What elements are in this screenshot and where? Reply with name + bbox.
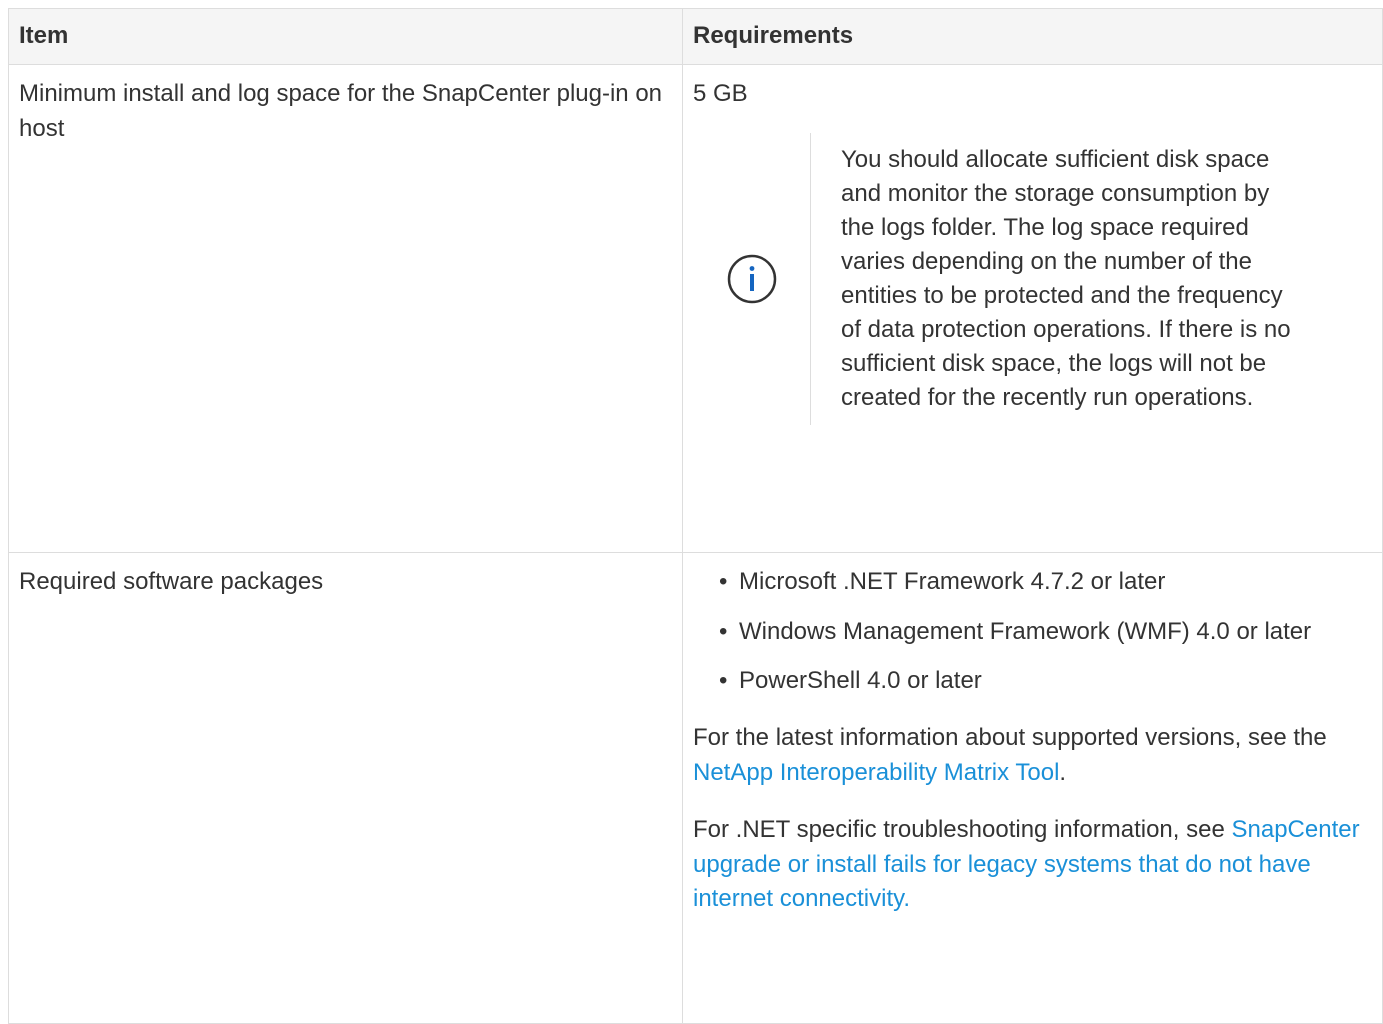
latest-info-text: For the latest information about support… [693, 724, 1327, 752]
requirement-cell: Microsoft .NET Framework 4.7.2 or later … [682, 551, 1383, 1024]
package-list: Microsoft .NET Framework 4.7.2 or later … [693, 565, 1374, 699]
interoperability-matrix-link[interactable]: NetApp Interoperability Matrix Tool [693, 759, 1059, 786]
info-note-icon-column [693, 132, 811, 425]
list-item: Microsoft .NET Framework 4.7.2 or later [693, 565, 1374, 600]
latest-info-end: . [1059, 758, 1067, 786]
table-row: Minimum install and log space for the Sn… [8, 63, 1383, 553]
list-item: Windows Management Framework (WMF) 4.0 o… [693, 615, 1374, 650]
info-note-text: You should allocate sufficient disk spac… [841, 145, 1291, 411]
column-header-requirements: Requirements [682, 8, 1383, 65]
table-header-row: Item Requirements [8, 8, 1383, 65]
latest-info-paragraph: For the latest information about support… [693, 721, 1374, 791]
item-label: Minimum install and log space for the Sn… [19, 79, 663, 142]
item-label: Required software packages [19, 567, 324, 595]
info-icon [727, 254, 776, 303]
item-cell: Minimum install and log space for the Sn… [8, 63, 683, 553]
column-header-item: Item [8, 8, 683, 65]
list-item: PowerShell 4.0 or later [693, 664, 1374, 699]
requirement-cell: 5 GB You should allocate sufficient disk… [682, 63, 1383, 553]
troubleshooting-text: For .NET specific troubleshooting inform… [693, 815, 1232, 843]
table-row: Required software packages Microsoft .NE… [8, 551, 1383, 1024]
space-value: 5 GB [693, 79, 748, 107]
troubleshooting-paragraph: For .NET specific troubleshooting inform… [693, 813, 1374, 917]
item-cell: Required software packages [8, 551, 683, 1024]
requirements-table: Item Requirements Minimum install and lo… [8, 8, 1383, 1024]
info-note: You should allocate sufficient disk spac… [693, 132, 1374, 425]
